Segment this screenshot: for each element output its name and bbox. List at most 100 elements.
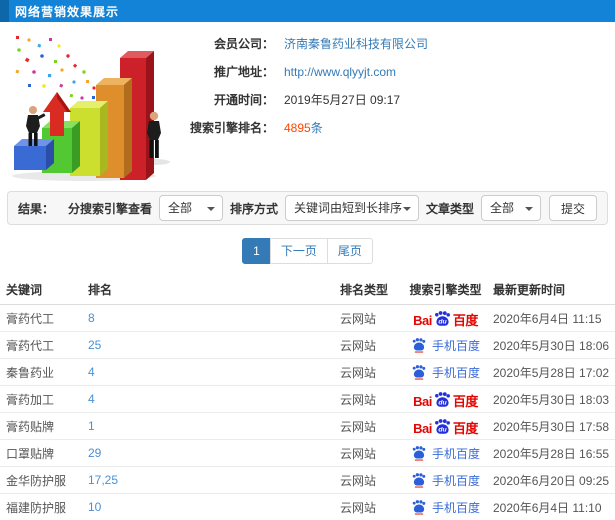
rank-cell: 8 — [88, 311, 340, 325]
next-page-button[interactable]: 下一页 — [269, 238, 328, 264]
rank-link[interactable]: 1 — [88, 419, 95, 433]
engine-cell: Bai du 百度 — [398, 391, 493, 408]
chevron-down-icon — [206, 207, 215, 211]
keyword-cell: 膏药代工 — [6, 338, 55, 353]
promo-url-link[interactable]: http://www.qlyyjt.com — [284, 64, 396, 81]
table-row: 膏药贴牌 1 云网站 Bai du 百度 2020年5月30日 17:58 — [0, 413, 615, 440]
engine-cell: Bai du 百度 — [398, 310, 493, 327]
rank-link[interactable]: 10 — [88, 500, 101, 514]
engine-rank-count: 4895 — [284, 121, 311, 135]
svg-text:du: du — [438, 399, 447, 406]
keyword-cell: 口罩贴牌 — [6, 446, 55, 461]
member-info: 会员公司： 济南秦鲁药业科技有限公司 推广地址： http://www.qlyy… — [186, 30, 428, 184]
table-row: 膏药代工 25 云网站 手机百度 2020年5月30日 18:06 — [0, 332, 615, 359]
mobile-baidu-icon — [412, 446, 426, 461]
engine-rank-label: 搜索引擎排名： — [189, 121, 274, 135]
engine-cell: 手机百度 — [398, 472, 493, 489]
header-keyword: 关键词 — [6, 283, 43, 297]
svg-text:du: du — [438, 426, 447, 433]
article-type-selected: 全部 — [489, 201, 514, 215]
bar-chart-clipart — [0, 30, 186, 184]
rank-type-cell: 云网站 — [340, 446, 377, 461]
keyword-cell: 秦鲁药业 — [6, 365, 55, 380]
updated-cell: 2020年5月30日 17:58 — [493, 419, 610, 434]
rank-link[interactable]: 4 — [88, 392, 95, 406]
rank-cell: 10 — [88, 500, 340, 514]
sort-select[interactable]: 关键词由短到长排序 — [284, 195, 419, 221]
engine-view-select[interactable]: 全部 — [158, 195, 223, 221]
window-titlebar: 网络营销效果展示 — [0, 0, 615, 22]
submit-button[interactable]: 提交 — [548, 195, 597, 221]
mobile-baidu-label: 手机百度 — [431, 500, 480, 515]
keyword-cell: 膏药代工 — [6, 311, 55, 326]
rank-cell: 29 — [88, 446, 340, 460]
baidu-logo: Bai du 百度 — [413, 418, 478, 435]
sort-selected: 关键词由短到长排序 — [293, 201, 402, 215]
engine-view-selected: 全部 — [167, 201, 192, 215]
rank-link[interactable]: 17,25 — [88, 473, 118, 487]
updated-cell: 2020年5月28日 16:55 — [493, 446, 610, 461]
engine-cell: 手机百度 — [398, 499, 493, 516]
mobile-baidu-label: 手机百度 — [431, 446, 480, 461]
table-row: 福建防护服 10 云网站 手机百度 2020年6月4日 11:10 — [0, 494, 615, 520]
rank-type-cell: 云网站 — [340, 473, 377, 488]
rank-link[interactable]: 29 — [88, 446, 101, 460]
mobile-baidu-label: 手机百度 — [431, 338, 480, 353]
table-row: 金华防护服 17,25 云网站 手机百度 2020年6月20日 09:25 — [0, 467, 615, 494]
rank-type-cell: 云网站 — [340, 311, 377, 326]
rank-cell: 25 — [88, 338, 340, 352]
rank-type-cell: 云网站 — [340, 365, 377, 380]
keyword-cell: 膏药贴牌 — [6, 419, 55, 434]
engine-cell: 手机百度 — [398, 337, 493, 354]
engine-view-label: 分搜索引擎查看 — [67, 201, 152, 216]
engine-cell: 手机百度 — [398, 364, 493, 381]
engine-rank-unit: 条 — [310, 121, 323, 135]
updated-cell: 2020年6月20日 09:25 — [493, 473, 610, 488]
rank-type-cell: 云网站 — [340, 500, 377, 515]
chevron-down-icon — [402, 207, 411, 211]
open-time-row: 开通时间： 2019年5月27日 09:17 — [186, 92, 428, 109]
result-label: 结果： — [18, 201, 55, 216]
promo-url-label: 推广地址： — [213, 65, 274, 79]
sort-label: 排序方式 — [229, 201, 278, 216]
rank-type-cell: 云网站 — [340, 338, 377, 353]
baidu-paw-icon: du — [434, 310, 450, 326]
updated-cell: 2020年6月4日 11:10 — [493, 500, 602, 515]
rank-link[interactable]: 8 — [88, 311, 95, 325]
article-type-select[interactable]: 全部 — [480, 195, 541, 221]
mobile-baidu-icon — [412, 500, 426, 515]
updated-cell: 2020年6月4日 11:15 — [493, 311, 602, 326]
header-rank-type: 排名类型 — [340, 283, 389, 297]
last-page-button[interactable]: 尾页 — [326, 238, 373, 264]
page: 网络营销效果展示 会员公司： 济南秦鲁药业科技有限公司 推广地址： http:/… — [0, 0, 615, 520]
updated-cell: 2020年5月28日 17:02 — [493, 365, 610, 380]
keyword-cell: 膏药加工 — [6, 392, 55, 407]
mobile-baidu-label: 手机百度 — [431, 365, 480, 380]
member-company-row: 会员公司： 济南秦鲁药业科技有限公司 — [186, 36, 428, 53]
page-title: 网络营销效果展示 — [15, 4, 120, 19]
rank-type-cell: 云网站 — [340, 392, 377, 407]
mobile-baidu-icon — [412, 338, 426, 353]
table-row: 口罩贴牌 29 云网站 手机百度 2020年5月28日 16:55 — [0, 440, 615, 467]
engine-cell: 手机百度 — [398, 445, 493, 462]
pagination: 1 下一页 尾页 — [0, 238, 615, 264]
engine-cell: Bai du 百度 — [398, 418, 493, 435]
keyword-cell: 金华防护服 — [6, 473, 67, 488]
rank-link[interactable]: 25 — [88, 338, 101, 352]
member-company-link[interactable]: 济南秦鲁药业科技有限公司 — [284, 36, 428, 53]
baidu-logo: Bai du 百度 — [413, 391, 478, 408]
rank-link[interactable]: 4 — [88, 365, 95, 379]
rank-cell: 1 — [88, 419, 340, 433]
table-row: 膏药代工 8 云网站 Bai du 百度 2020年6月4日 11:15 — [0, 305, 615, 332]
rank-type-cell: 云网站 — [340, 419, 377, 434]
bar-chart-clipart-image — [12, 36, 170, 181]
page-1-button[interactable]: 1 — [242, 238, 271, 264]
filter-controls: 分搜索引擎查看 全部 排序方式 关键词由短到长排序 文章类型 全部 提交 — [61, 195, 597, 221]
table-body: 膏药代工 8 云网站 Bai du 百度 2020年6月4日 11:15 膏药代工 25 云网站手… — [0, 305, 615, 520]
member-company-label: 会员公司： — [213, 37, 274, 51]
engine-rank-row: 搜索引擎排名： 4895条 — [186, 120, 428, 137]
header-engine-type: 搜索引擎类型 — [409, 283, 482, 297]
article-type-label: 文章类型 — [425, 201, 474, 216]
baidu-logo: Bai du 百度 — [413, 310, 478, 327]
rank-cell: 4 — [88, 365, 340, 379]
